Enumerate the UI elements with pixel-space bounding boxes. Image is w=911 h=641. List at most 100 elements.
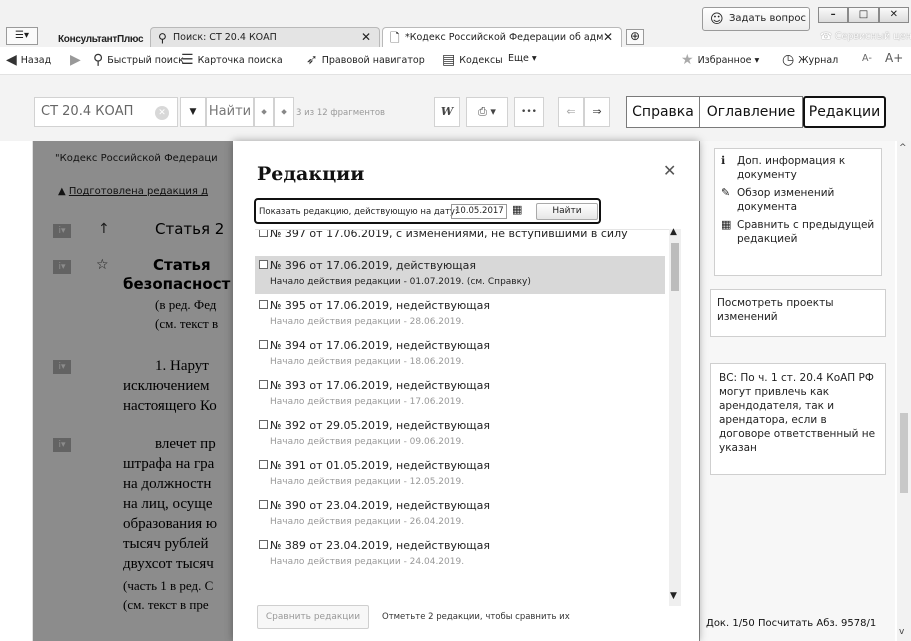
edition-checkbox[interactable] [259,340,268,349]
extra-info-link[interactable]: ℹ Доп. информация к документу [721,154,875,182]
print-icon[interactable]: ⎙ ▾ [466,97,508,127]
edition-item[interactable]: № 396 от 17.06.2019, действующая Начало … [255,256,665,294]
edition-title: № 390 от 23.04.2019, недействующая [270,499,490,512]
maximize-icon[interactable]: □ [848,7,879,23]
favorites-button[interactable]: ★ Избранное ▾ [681,53,759,67]
edition-item[interactable]: № 389 от 23.04.2019, недействующая Начал… [255,536,665,574]
edition-checkbox[interactable] [259,230,268,237]
tab-document[interactable]: 🗋 *Кодекс Российской Федерации об адм ✕ [382,27,622,47]
service-icon: ☎ [820,31,835,42]
scrollbar-thumb[interactable] [900,413,908,493]
compare-editions-button[interactable]: Сравнить редакции [257,605,369,629]
more-options-icon[interactable]: ••• [514,97,544,127]
doc-tools-box: ℹ Доп. информация к документу ✎ Обзор изме… [714,148,882,276]
changes-overview-label: Обзор изменений документа [737,187,835,213]
tab-search[interactable]: ⚲ Поиск: СТ 20.4 КОАП ✕ [150,27,380,47]
document-icon: 🗋 [390,31,400,45]
date-input[interactable]: 10.05.2017 [451,204,507,219]
info-icon: ℹ [721,154,726,167]
clear-search-icon[interactable]: ✕ [155,106,169,120]
card-search-button[interactable]: ☰ Карточка поиска [181,53,283,67]
edition-title: № 393 от 17.06.2019, недействующая [270,379,490,392]
prev-fragment-button[interactable]: ⬥ [254,97,274,127]
close-icon[interactable]: ✕ [663,161,676,180]
ask-question-label: Задать вопрос [729,13,806,24]
back-arrow-icon[interactable]: ⇐ [558,97,584,127]
compare-previous-link[interactable]: ▦ Сравнить с предыдущей редакцией [721,218,875,246]
scroll-up-icon[interactable]: ▲ [670,227,677,237]
edition-checkbox[interactable] [259,260,268,269]
tab-editions[interactable]: Редакции [803,96,886,128]
edition-item[interactable]: № 390 от 23.04.2019, недействующая Начал… [255,496,665,534]
scroll-up-icon[interactable]: ^ [899,143,907,153]
close-icon[interactable]: ✕ [603,28,613,47]
edition-checkbox[interactable] [259,500,268,509]
scroll-down-icon[interactable]: v [899,627,904,637]
chevron-down-icon[interactable]: ▼ [180,97,206,127]
scroll-down-icon[interactable]: ▼ [670,591,677,601]
tab-document-label: *Кодекс Российской Федерации об адм [405,32,604,43]
fragment-count: 3 из 12 фрагментов [296,108,386,118]
quick-search-button[interactable]: ⚲ Быстрый поиск [93,53,184,67]
compare-hint: Отметьте 2 редакции, чтобы сравнить их [382,612,570,622]
word-export-icon[interactable]: W [434,97,460,127]
search-icon: ⚲ [93,52,104,68]
edition-checkbox[interactable] [259,380,268,389]
court-note-text: ВС: По ч. 1 ст. 20.4 КоАП РФ могут привл… [719,372,876,454]
find-button[interactable]: Найти [206,97,254,127]
document-scrollbar[interactable]: ^ v [897,141,911,641]
scrollbar-thumb[interactable] [671,243,679,291]
next-fragment-button[interactable]: ⬥ [274,97,294,127]
extra-info-label: Доп. информация к документу [737,155,846,181]
forward-button[interactable]: ▶ [70,53,81,67]
close-icon[interactable]: ✕ [361,28,371,47]
codes-button[interactable]: ▤ Кодексы [442,53,503,67]
card-search-icon: ☰ [181,52,194,68]
close-window-icon[interactable]: ✕ [878,7,909,23]
court-note-box[interactable]: ВС: По ч. 1 ст. 20.4 КоАП РФ могут привл… [710,363,886,475]
journal-button[interactable]: ◷ Журнал [782,53,838,67]
legal-navigator-button[interactable]: ➶ Правовой навигатор [306,53,425,67]
window-controls: – □ ✕ [818,7,909,23]
document-search-bar: СТ 20.4 КОАП ✕ ▼ Найти ⬥ ⬥ 3 из 12 фрагм… [0,75,911,141]
edition-start-date: Начало действия редакции - 12.05.2019. [270,477,465,487]
ask-question-button[interactable]: ☺ Задать вопрос [702,7,810,31]
arrow-left-icon: ◀ [6,52,17,68]
star-icon: ★ [681,52,694,68]
calendar-icon[interactable]: ▦ [512,203,522,216]
edition-title: № 389 от 23.04.2019, недействующая [270,539,490,552]
edition-title: № 394 от 17.06.2019, недействующая [270,339,490,352]
edition-item[interactable]: № 393 от 17.06.2019, недействующая Начал… [255,376,665,414]
edition-start-date: Начало действия редакции - 01.07.2019. (… [270,277,531,287]
changes-overview-link[interactable]: ✎ Обзор изменений документа [721,186,875,214]
font-decrease-button[interactable]: А- [862,53,872,64]
journal-label: Журнал [798,54,839,66]
edition-checkbox[interactable] [259,420,268,429]
edition-checkbox[interactable] [259,460,268,469]
edition-title: № 397 от 17.06.2019, с изменениями, не в… [270,229,628,240]
app-name: КонсультантПлюс [58,34,144,45]
legal-navigator-label: Правовой навигатор [321,54,425,66]
edition-item[interactable]: № 392 от 29.05.2019, недействующая Начал… [255,416,665,454]
more-menu-button[interactable]: Еще ▾ [508,53,537,64]
tab-help[interactable]: Справка [626,96,700,128]
compare-previous-label: Сравнить с предыдущей редакцией [737,219,875,245]
edition-item[interactable]: № 395 от 17.06.2019, недействующая Начал… [255,296,665,334]
editions-scrollbar[interactable]: ▲ ▼ [669,227,681,606]
back-button[interactable]: ◀ Назад [6,53,51,67]
view-projects-link[interactable]: Посмотреть проекты изменений [710,289,886,337]
edition-start-date: Начало действия редакции - 17.06.2019. [270,397,465,407]
service-center-link[interactable]: ☎ Сервисный центр [820,31,911,42]
minimize-icon[interactable]: – [818,7,849,23]
edition-title: № 395 от 17.06.2019, недействующая [270,299,490,312]
new-tab-button[interactable]: ⊕ [626,29,644,45]
main-menu-button[interactable]: ☰▾ [6,27,38,45]
font-increase-button[interactable]: А+ [885,51,903,65]
date-find-button[interactable]: Найти [536,203,598,220]
edition-item[interactable]: № 391 от 01.05.2019, недействующая Начал… [255,456,665,494]
tab-contents[interactable]: Оглавление [699,96,803,128]
edition-checkbox[interactable] [259,300,268,309]
edition-item[interactable]: № 394 от 17.06.2019, недействующая Начал… [255,336,665,374]
forward-arrow-icon[interactable]: ⇒ [584,97,610,127]
edition-checkbox[interactable] [259,540,268,549]
